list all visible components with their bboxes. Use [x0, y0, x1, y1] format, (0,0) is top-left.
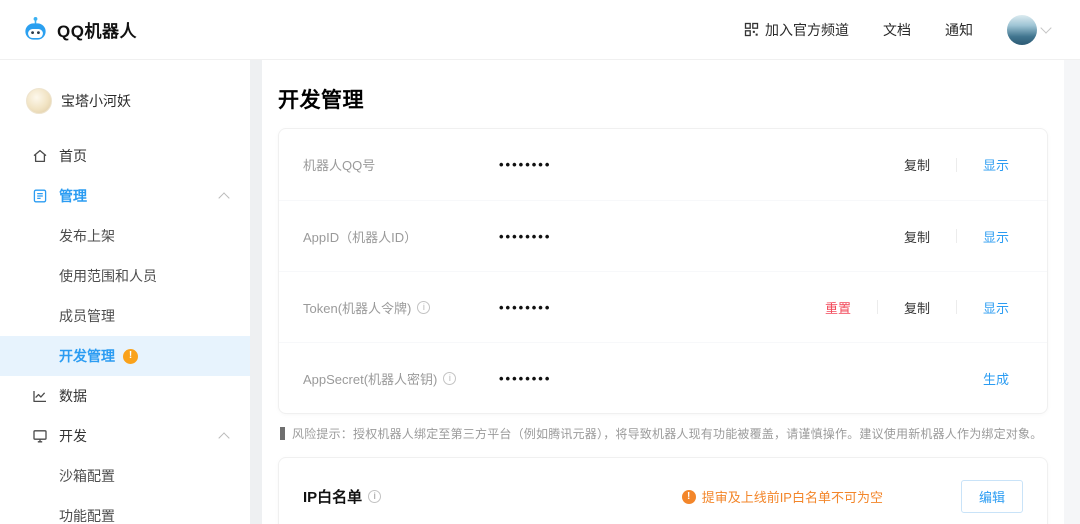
- risk-bar-icon: [280, 427, 285, 440]
- action-divider: [877, 300, 878, 314]
- risk-tip-text: 风险提示：授权机器人绑定至第三方平台（例如腾讯元器），将导致机器人现有功能被覆盖…: [292, 425, 1042, 442]
- show-button[interactable]: 显示: [979, 227, 1013, 246]
- docs-label: 文档: [883, 20, 911, 40]
- sidebar-divider: [250, 60, 262, 524]
- field-label-text: AppID（机器人ID）: [303, 227, 417, 246]
- chart-icon: [32, 388, 49, 405]
- reset-button[interactable]: 重置: [821, 298, 855, 317]
- alert-circle-icon: !: [682, 490, 696, 504]
- sidebar-item-members[interactable]: 成员管理: [0, 296, 250, 336]
- row-actions: 复制 显示: [900, 155, 1013, 174]
- ip-card-header: IP白名单 i ! 提审及上线前IP白名单不可为空 编辑: [279, 458, 1047, 513]
- notifications-link[interactable]: 通知: [945, 20, 973, 40]
- sidebar-item-develop[interactable]: 开发: [0, 416, 250, 456]
- row-appsecret: AppSecret(机器人密钥) i •••••••• 生成: [279, 342, 1047, 413]
- header-nav: 加入官方频道 文档 通知: [744, 15, 1050, 45]
- ip-whitelist-card: IP白名单 i ! 提审及上线前IP白名单不可为空 编辑: [278, 457, 1048, 524]
- masked-value: ••••••••: [499, 300, 551, 315]
- logo-text: QQ机器人: [57, 17, 137, 42]
- sidebar-item-label: 成员管理: [59, 306, 115, 326]
- warning-badge-icon: !: [123, 349, 138, 364]
- masked-value: ••••••••: [499, 229, 551, 244]
- masked-value: ••••••••: [499, 157, 551, 172]
- info-icon[interactable]: i: [368, 490, 381, 503]
- sidebar-item-label: 开发: [59, 426, 87, 446]
- info-icon[interactable]: i: [417, 301, 430, 314]
- page-title: 开发管理: [278, 60, 1048, 128]
- sidebar-item-manage[interactable]: 管理: [0, 176, 250, 216]
- sidebar-menu: 首页 管理 发布上架 使用范围和人员 成员管理: [0, 136, 250, 524]
- row-actions: 重置 复制 显示: [821, 298, 1013, 317]
- sidebar-item-label: 首页: [59, 146, 87, 166]
- row-bot-qq: 机器人QQ号 •••••••• 复制 显示: [279, 129, 1047, 200]
- bot-identity[interactable]: 宝塔小河妖: [0, 60, 250, 136]
- account-menu[interactable]: [1007, 15, 1050, 45]
- bot-avatar: [26, 88, 52, 114]
- action-divider: [956, 229, 957, 243]
- chevron-up-icon: [218, 192, 229, 203]
- sidebar-item-label: 开发管理: [59, 346, 115, 366]
- user-avatar: [1007, 15, 1037, 45]
- action-divider: [956, 300, 957, 314]
- edit-button[interactable]: 编辑: [961, 480, 1023, 513]
- row-actions: 生成: [979, 369, 1013, 388]
- field-label: AppID（机器人ID）: [303, 227, 499, 246]
- sidebar-item-scope[interactable]: 使用范围和人员: [0, 256, 250, 296]
- field-label-text: 机器人QQ号: [303, 155, 375, 174]
- credentials-card: 机器人QQ号 •••••••• 复制 显示 AppID（机器人ID） •••••…: [278, 128, 1048, 414]
- chevron-down-icon: [1040, 22, 1051, 33]
- sidebar-item-features[interactable]: 功能配置: [0, 496, 250, 524]
- sidebar-item-label: 沙箱配置: [59, 466, 115, 486]
- action-divider: [956, 158, 957, 172]
- info-icon[interactable]: i: [443, 372, 456, 385]
- field-label: AppSecret(机器人密钥) i: [303, 369, 499, 388]
- copy-button[interactable]: 复制: [900, 227, 934, 246]
- sidebar-item-label: 管理: [59, 186, 87, 206]
- sidebar: 宝塔小河妖 首页 管理: [0, 60, 250, 524]
- field-label-text: AppSecret(机器人密钥): [303, 369, 437, 388]
- main-content: 开发管理 机器人QQ号 •••••••• 复制 显示 AppID（机器人ID） …: [262, 60, 1064, 524]
- show-button[interactable]: 显示: [979, 298, 1013, 317]
- ip-warning: ! 提审及上线前IP白名单不可为空: [682, 487, 883, 506]
- sidebar-item-publish[interactable]: 发布上架: [0, 216, 250, 256]
- qr-code-icon: [744, 22, 759, 37]
- sidebar-item-label: 发布上架: [59, 226, 115, 246]
- ip-warning-text: 提审及上线前IP白名单不可为空: [702, 487, 883, 506]
- show-button[interactable]: 显示: [979, 155, 1013, 174]
- row-token: Token(机器人令牌) i •••••••• 重置 复制 显示: [279, 271, 1047, 342]
- generate-button[interactable]: 生成: [979, 369, 1013, 388]
- sidebar-item-home[interactable]: 首页: [0, 136, 250, 176]
- docs-link[interactable]: 文档: [883, 20, 911, 40]
- robot-logo-icon: [22, 16, 49, 43]
- risk-tip: 风险提示：授权机器人绑定至第三方平台（例如腾讯元器），将导致机器人现有功能被覆盖…: [280, 425, 1046, 442]
- field-label-text: Token(机器人令牌): [303, 298, 411, 317]
- home-icon: [32, 148, 49, 165]
- sidebar-item-label: 使用范围和人员: [59, 266, 157, 286]
- copy-button[interactable]: 复制: [900, 298, 934, 317]
- sidebar-item-label: 功能配置: [59, 506, 115, 524]
- sidebar-item-dev-manage[interactable]: 开发管理 !: [0, 336, 250, 376]
- page-right-margin: [1064, 60, 1080, 524]
- chevron-up-icon: [218, 432, 229, 443]
- sidebar-item-sandbox[interactable]: 沙箱配置: [0, 456, 250, 496]
- monitor-icon: [32, 428, 49, 445]
- sidebar-item-label: 数据: [59, 386, 87, 406]
- field-label: Token(机器人令牌) i: [303, 298, 499, 317]
- notifications-label: 通知: [945, 20, 973, 40]
- row-actions: 复制 显示: [900, 227, 1013, 246]
- ip-whitelist-title: IP白名单 i: [303, 486, 381, 507]
- bot-name: 宝塔小河妖: [61, 91, 131, 111]
- join-official-channel-link[interactable]: 加入官方频道: [744, 20, 849, 40]
- ip-card-right: ! 提审及上线前IP白名单不可为空 编辑: [682, 480, 1023, 513]
- ip-title-text: IP白名单: [303, 486, 362, 507]
- row-appid: AppID（机器人ID） •••••••• 复制 显示: [279, 200, 1047, 271]
- app-logo: QQ机器人: [22, 16, 137, 43]
- masked-value: ••••••••: [499, 371, 551, 386]
- sidebar-item-data[interactable]: 数据: [0, 376, 250, 416]
- top-header: QQ机器人 加入官方频道 文档 通知: [0, 0, 1080, 60]
- copy-button[interactable]: 复制: [900, 155, 934, 174]
- field-label: 机器人QQ号: [303, 155, 499, 174]
- join-channel-label: 加入官方频道: [765, 20, 849, 40]
- list-icon: [32, 188, 49, 205]
